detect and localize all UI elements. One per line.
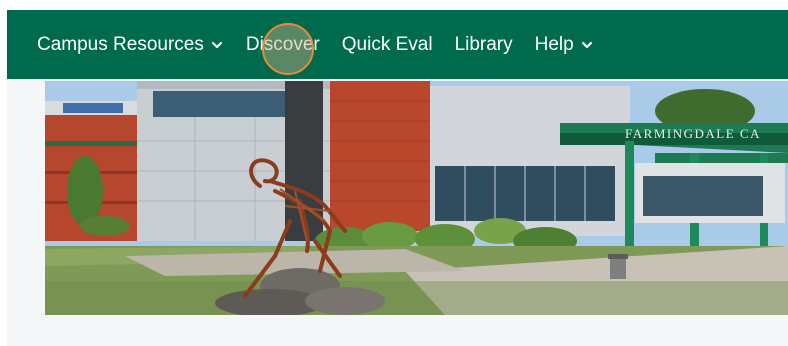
nav-discover[interactable]: Discover xyxy=(246,34,320,56)
nav-quick-eval[interactable]: Quick Eval xyxy=(342,34,433,56)
nav-campus-resources-label: Campus Resources xyxy=(37,33,204,55)
canopy-sign-text: FARMINGDALE CA xyxy=(625,126,761,141)
chevron-down-icon xyxy=(210,38,224,52)
campus-banner-image: FARMINGDALE CA xyxy=(45,81,788,315)
nav-library-label: Library xyxy=(454,33,513,55)
nav-discover-label: Discover xyxy=(245,33,320,55)
page: Campus Resources Discover Quick Eval Lib… xyxy=(7,10,788,346)
nav-library[interactable]: Library xyxy=(455,34,513,56)
nav-help-label: Help xyxy=(534,33,574,55)
nav-quick-eval-label: Quick Eval xyxy=(341,33,433,55)
nav-campus-resources[interactable]: Campus Resources xyxy=(37,34,224,56)
nav-help[interactable]: Help xyxy=(535,34,594,56)
chevron-down-icon xyxy=(580,38,594,52)
top-navbar: Campus Resources Discover Quick Eval Lib… xyxy=(7,10,788,79)
